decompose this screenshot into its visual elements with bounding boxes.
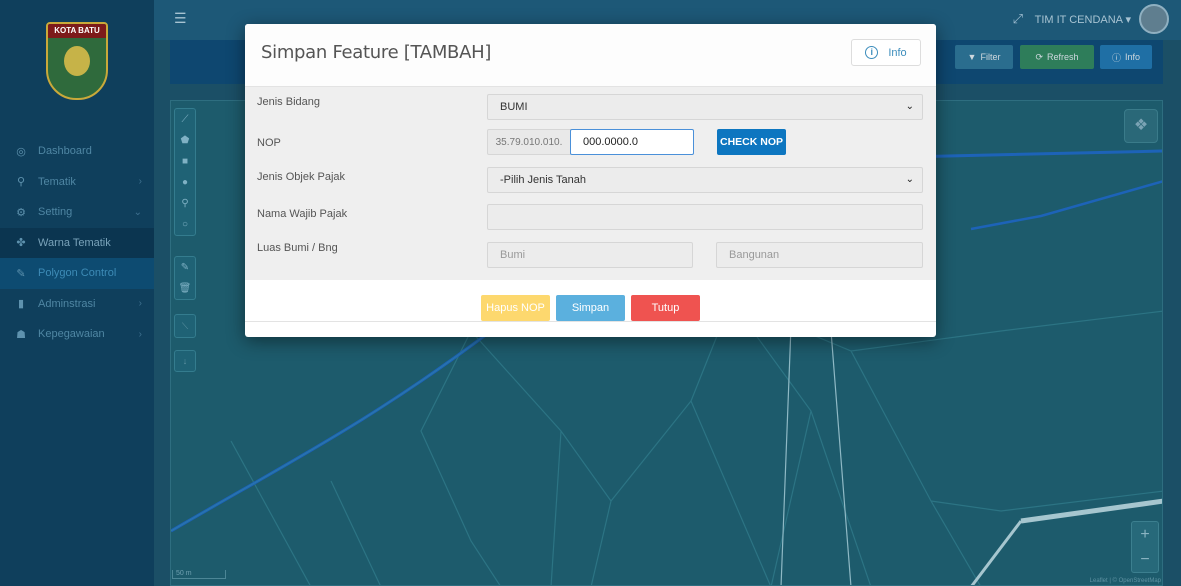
map-attribution[interactable]: Leaflet | © OpenStreetMap (1090, 578, 1161, 584)
edit-toolbar: ✎ 🗑 (174, 256, 196, 300)
file-icon: ▮ (17, 298, 25, 311)
paint-icon: ✤ (16, 237, 26, 250)
luas-bangunan-input[interactable]: Bangunan (716, 242, 923, 268)
save-feature-modal: Simpan Feature [TAMBAH] i Info Jenis Bid… (245, 24, 936, 337)
panel-info-label: Info (1125, 52, 1141, 62)
filter-label: Filter (980, 52, 1001, 62)
nama-wajib-row: Nama Wajib Pajak (245, 204, 936, 232)
draw-circlemarker-icon[interactable]: ○ (175, 214, 195, 235)
locate-icon: ↓ (182, 356, 188, 366)
locate-tool[interactable]: ↓ (174, 350, 196, 372)
measure-tool[interactable]: ⟍ (174, 314, 196, 338)
sidebar-nav: ◎ Dashboard ⚲ Tematik › ⚙ Setting ⌄ ✤ Wa… (0, 136, 154, 350)
map-pin-icon: ⚲ (16, 176, 26, 189)
sidebar-item-label: Warna Tematik (38, 236, 111, 249)
modal-info-button[interactable]: i Info (851, 39, 921, 66)
nop-row: NOP 35.79.010.010. 000.0000.0 CHECK NOP (245, 129, 936, 157)
hapus-nop-button[interactable]: Hapus NOP (481, 295, 550, 321)
logo-emblem (64, 46, 90, 76)
refresh-button[interactable]: ⟳ Refresh (1020, 45, 1094, 69)
nama-wajib-label: Nama Wajib Pajak (257, 208, 348, 220)
nop-value: 000.0000.0 (583, 136, 639, 148)
luas-row: Luas Bumi / Bng Bumi Bangunan (245, 242, 936, 270)
nop-label: NOP (257, 137, 281, 149)
edit-icon: ✎ (16, 267, 26, 280)
draw-polygon-icon[interactable]: ⬟ (175, 130, 195, 151)
sidebar-item-label: Setting (38, 206, 73, 219)
sidebar-item-warna-tematik[interactable]: ✤ Warna Tematik (0, 227, 154, 258)
chevron-right-icon: › (138, 176, 142, 188)
jenis-objek-row: Jenis Objek Pajak -Pilih Jenis Tanah ⌄ (245, 167, 936, 195)
luas-label: Luas Bumi / Bng (257, 242, 338, 254)
sidebar-item-label: Kepegawaian (38, 328, 105, 341)
tutup-button[interactable]: Tutup (631, 295, 700, 321)
dashboard-icon: ◎ (16, 145, 26, 158)
sidebar-item-tematik[interactable]: ⚲ Tematik › (0, 167, 154, 198)
draw-polyline-icon[interactable]: ⟋ (175, 109, 195, 130)
draw-rectangle-icon[interactable]: ■ (175, 151, 195, 172)
info-icon: i (865, 46, 879, 59)
jenis-bidang-value: BUMI (500, 101, 528, 113)
avatar (1139, 4, 1169, 34)
jenis-bidang-select[interactable]: BUMI ⌄ (487, 94, 923, 120)
menu-toggle-icon[interactable]: ☰ (174, 10, 187, 27)
logo-ribbon: KOTA BATU (48, 24, 106, 38)
sidebar-item-adminstrasi[interactable]: ▮ Adminstrasi › (0, 289, 154, 320)
scale-bar: 50 m (172, 570, 226, 579)
draw-toolbar: ⟋ ⬟ ■ ● ⚲ ○ (174, 108, 196, 236)
draw-circle-icon[interactable]: ● (175, 172, 195, 193)
zoom-control: + − (1131, 521, 1159, 573)
draw-marker-icon[interactable]: ⚲ (175, 193, 195, 214)
nama-wajib-input[interactable] (487, 204, 923, 230)
zoom-in-button[interactable]: + (1132, 522, 1158, 547)
chevron-down-icon: ⌄ (905, 174, 914, 185)
users-icon: ☗ (16, 328, 26, 341)
panel-info-button[interactable]: ⓘ Info (1100, 45, 1152, 69)
zoom-out-button[interactable]: − (1132, 547, 1158, 572)
chevron-down-icon: ⌄ (905, 101, 914, 112)
measure-icon: ⟍ (181, 321, 189, 331)
filter-icon: ▼ (967, 52, 977, 62)
sidebar: KOTA BATU ◎ Dashboard ⚲ Tematik › ⚙ Sett… (0, 0, 154, 586)
modal-body: Jenis Bidang BUMI ⌄ NOP 35.79.010.010. 0… (245, 87, 936, 280)
jenis-objek-value: -Pilih Jenis Tanah (500, 174, 587, 186)
chevron-down-icon: ⌄ (133, 206, 142, 218)
jenis-objek-select[interactable]: -Pilih Jenis Tanah ⌄ (487, 167, 923, 193)
gears-icon: ⚙ (16, 206, 26, 219)
nop-prefix: 35.79.010.010. (487, 129, 571, 155)
chevron-right-icon: › (138, 298, 142, 310)
sidebar-item-label: Polygon Control (38, 267, 117, 280)
logo-area: KOTA BATU (0, 0, 154, 126)
sidebar-item-label: Dashboard (38, 145, 92, 158)
filter-button[interactable]: ▼ Filter (955, 45, 1013, 69)
city-logo: KOTA BATU (46, 22, 108, 100)
chevron-right-icon: › (138, 328, 142, 340)
jenis-bidang-label: Jenis Bidang (257, 96, 320, 108)
check-nop-button[interactable]: CHECK NOP (717, 129, 786, 155)
modal-title: Simpan Feature [TAMBAH] (261, 42, 492, 63)
edit-layers-icon[interactable]: ✎ (175, 257, 195, 278)
nop-input[interactable]: 000.0000.0 (570, 129, 694, 155)
sidebar-item-kepegawaian[interactable]: ☗ Kepegawaian › (0, 319, 154, 350)
refresh-icon: ⟳ (1035, 51, 1044, 62)
sidebar-item-dashboard[interactable]: ◎ Dashboard (0, 136, 154, 167)
info-icon: ⓘ (1111, 52, 1121, 63)
delete-layers-icon[interactable]: 🗑 (175, 278, 195, 299)
layers-control-icon[interactable]: ❖ (1124, 109, 1158, 143)
jenis-bidang-row: Jenis Bidang BUMI ⌄ (245, 92, 936, 120)
sidebar-item-polygon-control[interactable]: ✎ Polygon Control (0, 258, 154, 289)
modal-header: Simpan Feature [TAMBAH] i Info (245, 24, 936, 87)
user-name: TIM IT CENDANA ▾ (1034, 13, 1131, 26)
luas-bumi-input[interactable]: Bumi (487, 242, 693, 268)
fullscreen-icon[interactable]: ⤢ (1013, 11, 1023, 27)
simpan-button[interactable]: Simpan (556, 295, 625, 321)
refresh-label: Refresh (1047, 52, 1079, 62)
modal-info-label: Info (888, 46, 907, 59)
sidebar-item-label: Adminstrasi (38, 297, 96, 310)
user-menu[interactable]: TIM IT CENDANA ▾ (1035, 4, 1169, 34)
sidebar-item-label: Tematik (38, 175, 76, 188)
jenis-objek-label: Jenis Objek Pajak (257, 171, 346, 183)
sidebar-item-setting[interactable]: ⚙ Setting ⌄ (0, 197, 154, 228)
modal-footer: Hapus NOP Simpan Tutup (245, 280, 936, 322)
